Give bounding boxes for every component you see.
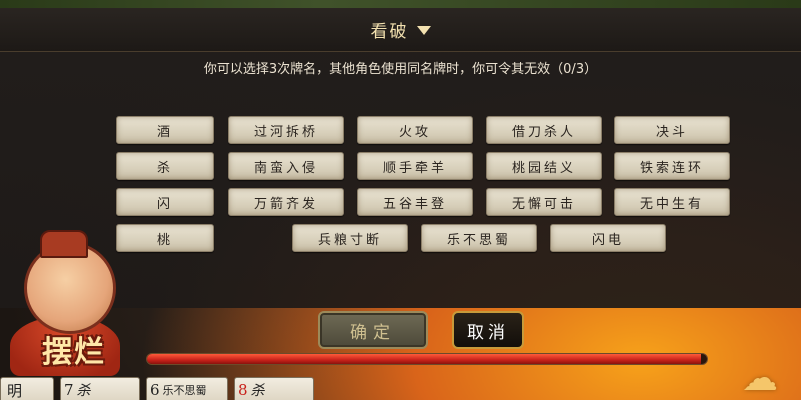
hand-card[interactable]: 6 乐不思蜀 [146, 377, 228, 400]
timer-bar-fill [147, 354, 702, 364]
card-option-harvest[interactable]: 五谷丰登 [357, 188, 473, 216]
card-option-arrow-barrage[interactable]: 万箭齐发 [228, 188, 344, 216]
modal-title: 看破 [370, 22, 409, 42]
card-option-peach-garden[interactable]: 桃园结义 [486, 152, 602, 180]
avatar-tag-char-2: 烂 [74, 335, 104, 370]
card-option-borrowed-sword[interactable]: 借刀杀人 [486, 116, 602, 144]
hand-card-suit: 杀 [76, 383, 91, 399]
card-option-slash[interactable]: 杀 [116, 152, 214, 180]
card-option-barbarian[interactable]: 南蛮入侵 [228, 152, 344, 180]
cloud-ornament-icon: ☁ [742, 358, 778, 399]
cancel-button[interactable]: 取消 [452, 311, 524, 349]
chevron-down-icon[interactable] [416, 26, 431, 35]
card-option-fire-attack[interactable]: 火攻 [357, 116, 473, 144]
hand-card[interactable]: 明 [0, 377, 54, 400]
card-option-dodge[interactable]: 闪 [116, 188, 214, 216]
hand-card[interactable]: 8 杀 [234, 377, 314, 400]
modal-title-bar[interactable]: 看破 [0, 8, 801, 52]
top-status-strip [0, 0, 801, 8]
card-option-dismantle[interactable]: 过河拆桥 [228, 116, 344, 144]
hand-card-suit: 杀 [250, 383, 265, 399]
card-option-nullify[interactable]: 无懈可击 [486, 188, 602, 216]
card-option-iron-chain[interactable]: 铁索连环 [614, 152, 730, 180]
card-option-indulgence[interactable]: 乐不思蜀 [421, 224, 537, 252]
confirm-button[interactable]: 确定 [318, 311, 428, 349]
card-option-wine[interactable]: 酒 [116, 116, 214, 144]
card-option-lightning[interactable]: 闪电 [550, 224, 666, 252]
card-option-duel[interactable]: 决斗 [614, 116, 730, 144]
hand-card-number: 7 [64, 381, 74, 399]
hand-card-name: 明 [7, 381, 23, 400]
timer-bar [146, 353, 708, 365]
card-option-something-from-nothing[interactable]: 无中生有 [614, 188, 730, 216]
instruction-text: 你可以选择3次牌名，其他角色使用同名牌时，你可令其无效（0/3） [203, 62, 598, 77]
player-avatar[interactable]: 摆 烂 [0, 226, 150, 386]
card-option-steal[interactable]: 顺手牵羊 [357, 152, 473, 180]
hand-card[interactable]: 7 杀 [60, 377, 140, 400]
avatar-status-tag: 摆 烂 [14, 324, 132, 374]
avatar-tag-char-1: 摆 [42, 335, 72, 370]
card-option-supply-shortage[interactable]: 兵粮寸断 [292, 224, 408, 252]
hand-card-number: 6 [150, 381, 160, 399]
avatar-hat [40, 230, 88, 258]
hand-card-name: 乐不思蜀 [162, 384, 207, 397]
hand-card-number: 8 [238, 381, 248, 399]
